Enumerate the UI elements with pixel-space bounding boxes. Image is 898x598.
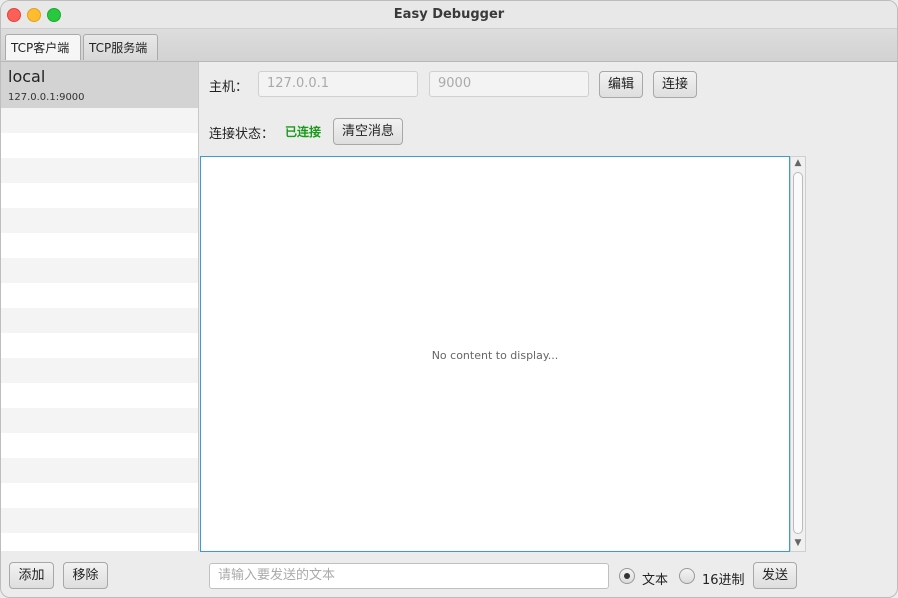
list-item[interactable] (1, 458, 198, 483)
list-item[interactable] (1, 508, 198, 533)
status-value: 已连接 (285, 125, 322, 139)
scrollbar-thumb[interactable] (793, 172, 803, 534)
tab-tcp-client[interactable]: TCP客户端 (5, 34, 81, 60)
chevron-down-icon[interactable]: ▼ (791, 538, 805, 550)
message-input[interactable]: 请输入要发送的文本 (209, 563, 609, 589)
port-input[interactable]: 9000 (429, 71, 589, 97)
list-item[interactable] (1, 208, 198, 233)
list-item[interactable] (1, 158, 198, 183)
connection-address: 127.0.0.1:9000 (8, 92, 85, 103)
list-item[interactable] (1, 108, 198, 133)
title-bar: Easy Debugger (1, 1, 897, 29)
hex-mode-label: 16进制 (702, 573, 745, 588)
host-label: 主机： (209, 80, 249, 95)
chevron-up-icon[interactable]: ▲ (791, 158, 805, 170)
edit-button[interactable]: 编辑 (599, 71, 643, 98)
list-item[interactable] (1, 408, 198, 433)
connection-list: local 127.0.0.1:9000 (1, 62, 199, 551)
tab-bar: TCP客户端 TCP服务端 (1, 29, 897, 62)
text-mode-label: 文本 (642, 573, 669, 588)
tab-tcp-server[interactable]: TCP服务端 (83, 34, 158, 60)
app-window: Easy Debugger TCP客户端 TCP服务端 local 127.0.… (0, 0, 898, 598)
text-mode-radio[interactable] (619, 568, 635, 584)
window-title: Easy Debugger (393, 7, 505, 22)
message-area[interactable]: No content to display... (200, 156, 790, 552)
hex-mode-radio[interactable] (679, 568, 695, 584)
status-label: 连接状态： (209, 127, 275, 142)
clear-messages-button[interactable]: 清空消息 (333, 118, 403, 145)
list-item[interactable] (1, 358, 198, 383)
send-button[interactable]: 发送 (753, 562, 797, 589)
empty-placeholder: No content to display... (431, 349, 559, 362)
message-scrollbar[interactable]: ▲ ▼ (790, 156, 806, 552)
connection-list-item-selected[interactable]: local 127.0.0.1:9000 (1, 62, 198, 108)
connect-button[interactable]: 连接 (653, 71, 697, 98)
add-button[interactable]: 添加 (9, 562, 54, 589)
list-item[interactable] (1, 258, 198, 283)
remove-button[interactable]: 移除 (63, 562, 108, 589)
host-input[interactable]: 127.0.0.1 (258, 71, 418, 97)
list-item[interactable] (1, 308, 198, 333)
connection-name: local (8, 67, 46, 86)
